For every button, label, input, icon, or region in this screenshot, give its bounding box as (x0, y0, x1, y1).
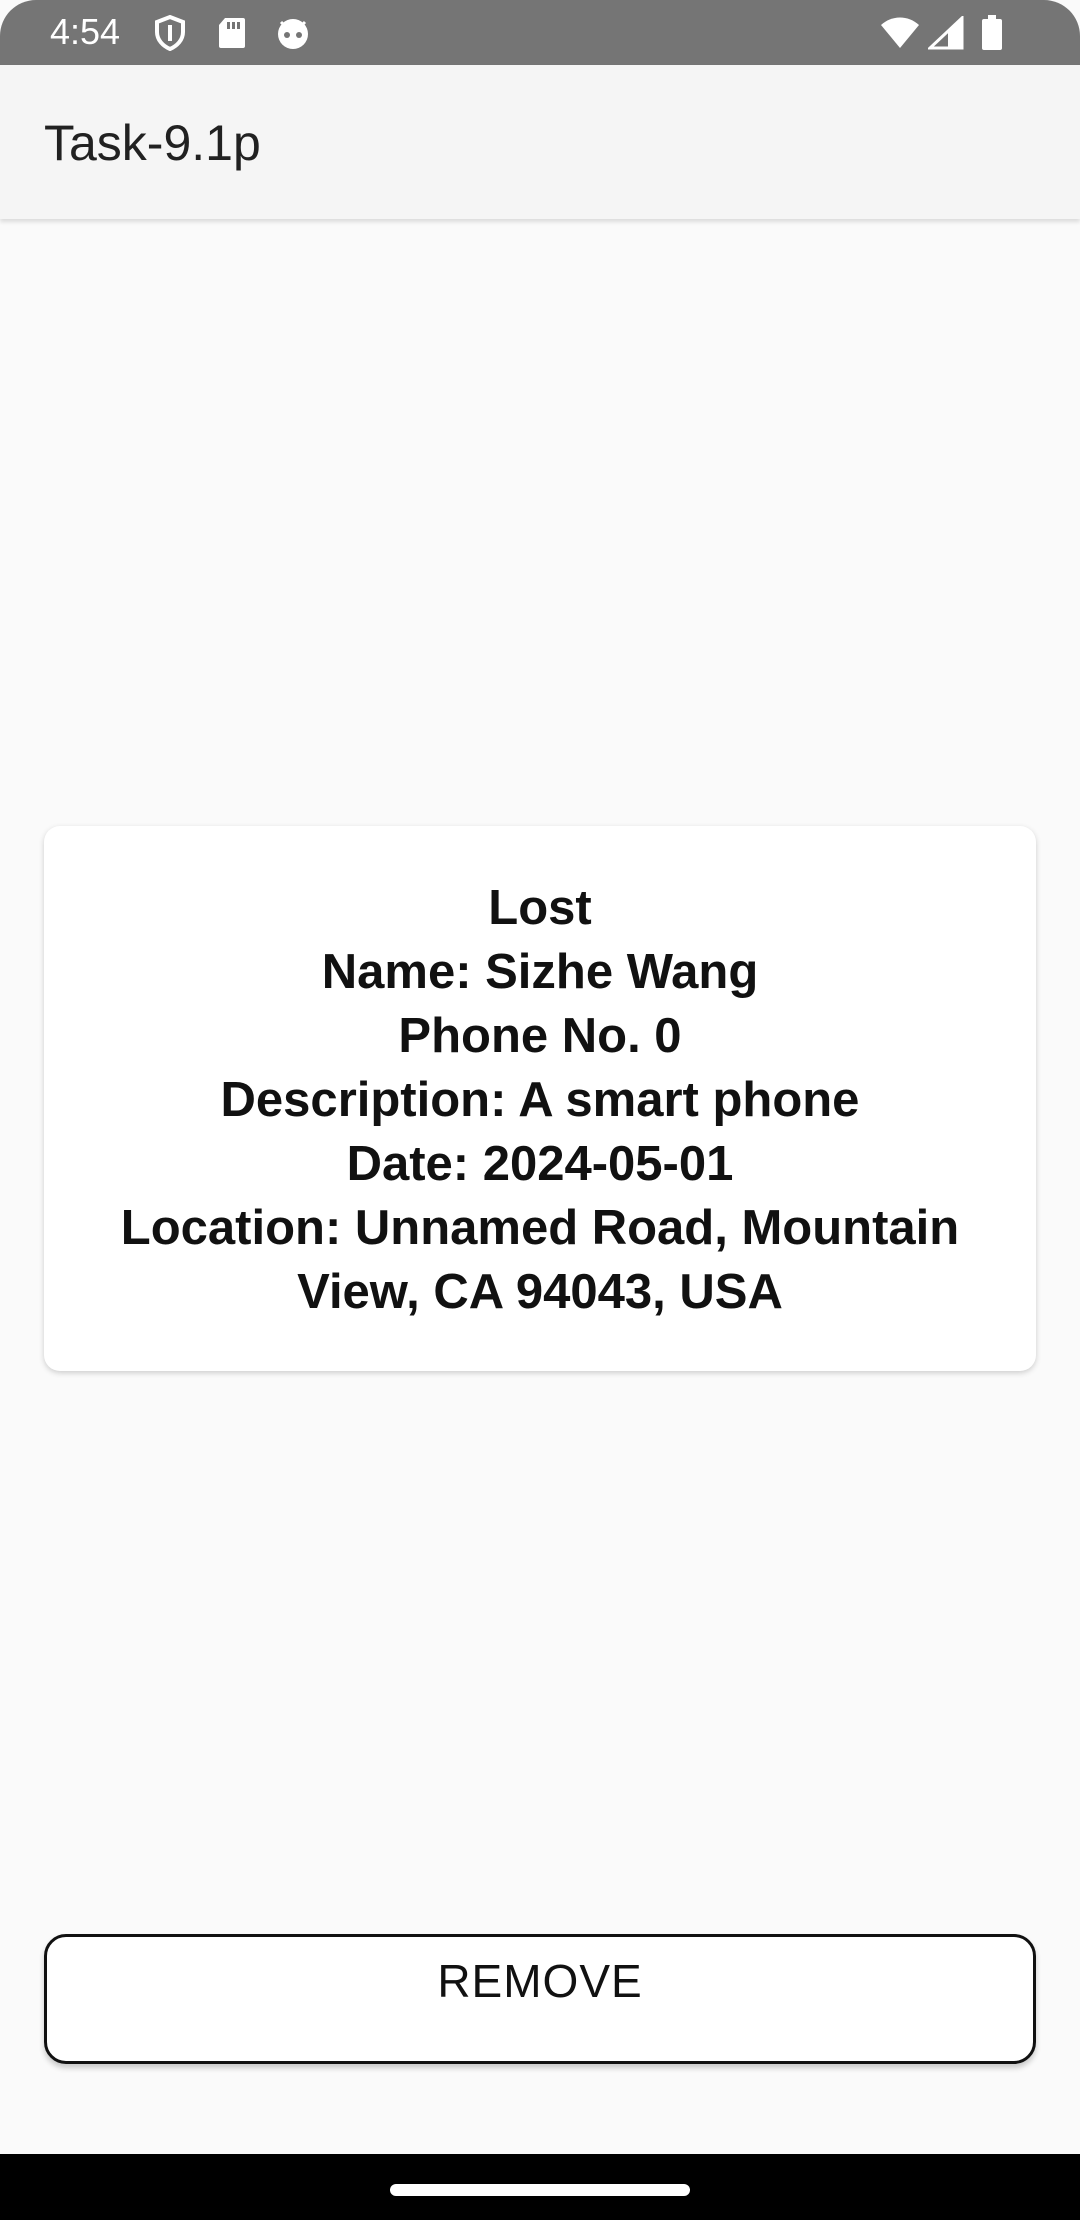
shield-icon (150, 14, 190, 52)
remove-button-label: REMOVE (437, 1955, 643, 2007)
android-face-icon (273, 14, 313, 52)
remove-button[interactable]: REMOVE (44, 1934, 1036, 2064)
battery-icon (972, 14, 1012, 52)
navigation-bar (0, 2154, 1080, 2220)
name-text: Name: Sizhe Wang (321, 945, 759, 999)
location-text-line-2: View, CA 94043, USA (297, 1265, 783, 1319)
phone-text: Phone No. 0 (398, 1009, 682, 1063)
status-bar: 4:54 (0, 0, 1080, 65)
location-text-line-1: Location: Unnamed Road, Mountain (120, 1201, 960, 1255)
app-title: Task-9.1p (44, 115, 261, 171)
home-gesture-handle[interactable] (390, 2184, 690, 2196)
wifi-icon (880, 14, 920, 52)
app-bar: Task-9.1p (0, 65, 1080, 219)
date-text: Date: 2024-05-01 (346, 1137, 734, 1191)
item-card: Lost Name: Sizhe Wang Phone No. 0 Descri… (44, 826, 1036, 1371)
sd-card-icon (212, 14, 252, 52)
screen: 4:54 Task-9.1p Lost Name: Sizhe Wang Pho… (0, 0, 1080, 2220)
status-time: 4:54 (50, 11, 121, 52)
post-type-label: Lost (488, 881, 592, 935)
description-text: Description: A smart phone (220, 1073, 860, 1127)
signal-icon (926, 14, 966, 52)
